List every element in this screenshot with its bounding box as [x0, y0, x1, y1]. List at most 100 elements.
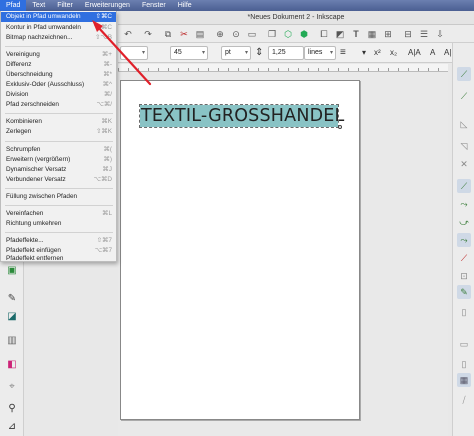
snap-bbox-midpoint-icon[interactable]: ✕ — [457, 157, 471, 171]
xml-editor-icon[interactable]: ⧠ — [318, 28, 330, 40]
snap-rotation-center-icon[interactable]: ✎ — [457, 285, 471, 299]
menu-item-richtung-umkehren[interactable]: Richtung umkehren — [1, 219, 116, 229]
snap-center-icon[interactable]: ⊡ — [457, 269, 471, 283]
layers-icon[interactable]: ▦ — [366, 28, 378, 40]
text-resize-handle[interactable] — [338, 125, 342, 129]
zoom-page-icon[interactable]: ▭ — [246, 28, 258, 40]
zoom-tool-icon[interactable]: ⚲ — [5, 402, 19, 416]
line-spacing-icon: ⇕ — [255, 47, 264, 58]
menu-item-ueberschneidung[interactable]: Überschneidung ⌘* — [1, 70, 116, 80]
menu-separator — [5, 141, 113, 142]
copy-icon[interactable]: ⧉ — [162, 28, 174, 40]
paste-icon[interactable]: ▤ — [194, 28, 206, 40]
menu-separator — [5, 113, 113, 114]
preferences-icon[interactable]: ☰ — [418, 28, 430, 40]
spray-tool-icon[interactable]: ▥ — [5, 334, 19, 348]
zoom-drawing-icon[interactable]: ⊙ — [230, 28, 242, 40]
undo-icon[interactable]: ↶ — [122, 28, 134, 40]
menu-item-kontur-in-pfad[interactable]: Kontur in Pfad umwandeln ⌥⌘C — [1, 23, 116, 33]
snap-others-icon[interactable]: ⧸ — [457, 393, 471, 407]
snap-grid-icon[interactable]: ▯ — [457, 357, 471, 371]
chevron-down-icon: ▾ — [329, 50, 333, 56]
menu-item-erweitern[interactable]: Erweitern (vergrößern) ⌘) — [1, 155, 116, 165]
word-spacing-icon[interactable]: A — [430, 47, 435, 59]
unit-select[interactable]: pt ▾ — [221, 46, 251, 60]
spacing-unit-value: lines — [308, 49, 323, 56]
measure-tool-icon[interactable]: ⊿ — [5, 420, 19, 434]
dropper-tool-icon[interactable]: ✎ — [5, 292, 19, 306]
menu-item-vereinfachen[interactable]: Vereinfachen ⌘L — [1, 209, 116, 219]
eraser-tool-icon[interactable]: ◧ — [5, 358, 19, 372]
menu-filter[interactable]: Filter — [51, 0, 79, 11]
fill-stroke-icon[interactable]: ◩ — [334, 28, 346, 40]
snap-intersection-icon[interactable]: ⤻ — [457, 215, 471, 229]
menu-separator — [5, 205, 113, 206]
paint-bucket-icon[interactable]: ◪ — [5, 310, 19, 324]
align-left-icon[interactable]: ≡ — [340, 47, 346, 59]
menu-erweiterungen[interactable]: Erweiterungen — [79, 0, 136, 11]
menu-item-pfadeffekt-entfernen[interactable]: Pfadeffekt entfernen — [1, 255, 116, 262]
menu-pfad[interactable]: Pfad — [0, 0, 27, 11]
menu-separator — [5, 46, 113, 47]
document-page — [120, 80, 360, 420]
align-distribute-icon[interactable]: ⊞ — [382, 28, 394, 40]
gradient-tool-icon[interactable]: ▣ — [5, 264, 19, 278]
spacing-unit-select[interactable]: lines ▾ — [304, 46, 336, 60]
snap-guide-icon[interactable]: ▦ — [457, 373, 471, 387]
snap-bbox-icon[interactable]: ⟋ — [457, 89, 471, 103]
snap-bbox-edge-icon[interactable]: ◺ — [457, 117, 471, 131]
menu-item-fuellung-zwischen-pfaden[interactable]: Füllung zwischen Pfaden — [1, 192, 116, 202]
snap-path-icon[interactable]: ⤳ — [457, 197, 471, 211]
cut-icon[interactable]: ✂ — [178, 28, 190, 40]
menu-fenster[interactable]: Fenster — [136, 0, 172, 11]
line-spacing-field[interactable]: 1,25 — [268, 46, 304, 60]
menu-item-zerlegen[interactable]: Zerlegen ⇧⌘K — [1, 127, 116, 137]
zoom-selection-icon[interactable]: ⊕ — [214, 28, 226, 40]
toolbox: ▣ ✎ ◪ ▥ ◧ ⌖ ⚲ ⊿ — [0, 262, 24, 436]
clone-icon[interactable]: ⬡ — [282, 28, 294, 40]
pfad-menu: Objekt in Pfad umwandeln ⇧⌘C Kontur in Pf… — [0, 11, 117, 262]
menu-item-pfad-zerschneiden[interactable]: Pfad zerschneiden ⌥⌘/ — [1, 100, 116, 110]
text-tool-controls: ▾ 45 ▾ pt ▾ ⇕ 1,25 −+ lines ▾ ≡ ▾ x² x₂ … — [118, 43, 474, 63]
font-style-select[interactable]: ▾ — [120, 46, 148, 60]
duplicate-icon[interactable]: ❐ — [266, 28, 278, 40]
letter-spacing-icon[interactable]: A|A — [408, 47, 421, 59]
document-properties-icon[interactable]: ⊟ — [402, 28, 414, 40]
text-font-icon[interactable]: T — [350, 28, 362, 40]
menu-item-differenz[interactable]: Differenz ⌘- — [1, 60, 116, 70]
menu-item-dynamischer-versatz[interactable]: Dynamischer Versatz ⌘J — [1, 165, 116, 175]
snap-midpoint-icon[interactable]: ⟋ — [457, 251, 471, 265]
connector-tool-icon[interactable]: ⌖ — [5, 380, 19, 394]
snap-smooth-nodes-icon[interactable]: ⤳ — [457, 233, 471, 247]
snap-bbox-corner-icon[interactable]: ◹ — [457, 139, 471, 153]
menu-item-division[interactable]: Division ⌘/ — [1, 90, 116, 100]
redo-icon[interactable]: ↷ — [142, 28, 154, 40]
canvas-text: TEXTIL-GROSSHANDEL — [141, 106, 345, 126]
subscript-icon[interactable]: x₂ — [390, 47, 397, 59]
menu-item-schrumpfen[interactable]: Schrumpfen ⌘( — [1, 145, 116, 155]
snap-nodes-icon[interactable]: ⟋ — [457, 179, 471, 193]
font-size-select[interactable]: 45 ▾ — [170, 46, 208, 60]
menu-hilfe[interactable]: Hilfe — [172, 0, 198, 11]
menu-text[interactable]: Text — [26, 0, 51, 11]
chevron-down-icon: ▾ — [201, 50, 205, 56]
menu-item-pfadeffekte[interactable]: Pfadeffekte... ⇧⌘7 — [1, 236, 116, 246]
menu-item-vereinigung[interactable]: Vereinigung ⌘+ — [1, 50, 116, 60]
bold-toggle-icon[interactable]: ▾ — [362, 47, 366, 59]
snap-text-baseline-icon[interactable]: ▯ — [457, 305, 471, 319]
kerning-icon[interactable]: A| — [444, 47, 451, 59]
snap-toggle-icon[interactable]: ⟋ — [457, 67, 471, 81]
unit-value: pt — [225, 49, 231, 56]
chevron-down-icon: ▾ — [244, 50, 248, 56]
menu-item-bitmap-nachzeichnen[interactable]: Bitmap nachzeichnen... ⇧⌥B — [1, 33, 116, 43]
menu-item-kombinieren[interactable]: Kombinieren ⌘K — [1, 117, 116, 127]
selected-text-object[interactable]: TEXTIL-GROSSHANDEL — [139, 104, 345, 128]
superscript-icon[interactable]: x² — [374, 47, 381, 59]
unlink-clone-icon[interactable]: ⬢ — [298, 28, 310, 40]
menu-item-verbundener-versatz[interactable]: Verbundener Versatz ⌥⌘D — [1, 175, 116, 185]
menu-item-exklusiv-oder[interactable]: Exklusiv-Oder (Ausschluss) ⌘^ — [1, 80, 116, 90]
snap-page-border-icon[interactable]: ▭ — [457, 337, 471, 351]
import-icon[interactable]: ⇩ — [434, 28, 446, 40]
menu-item-objekt-in-pfad[interactable]: Objekt in Pfad umwandeln ⇧⌘C — [1, 12, 116, 22]
chevron-down-icon: ▾ — [141, 50, 145, 56]
